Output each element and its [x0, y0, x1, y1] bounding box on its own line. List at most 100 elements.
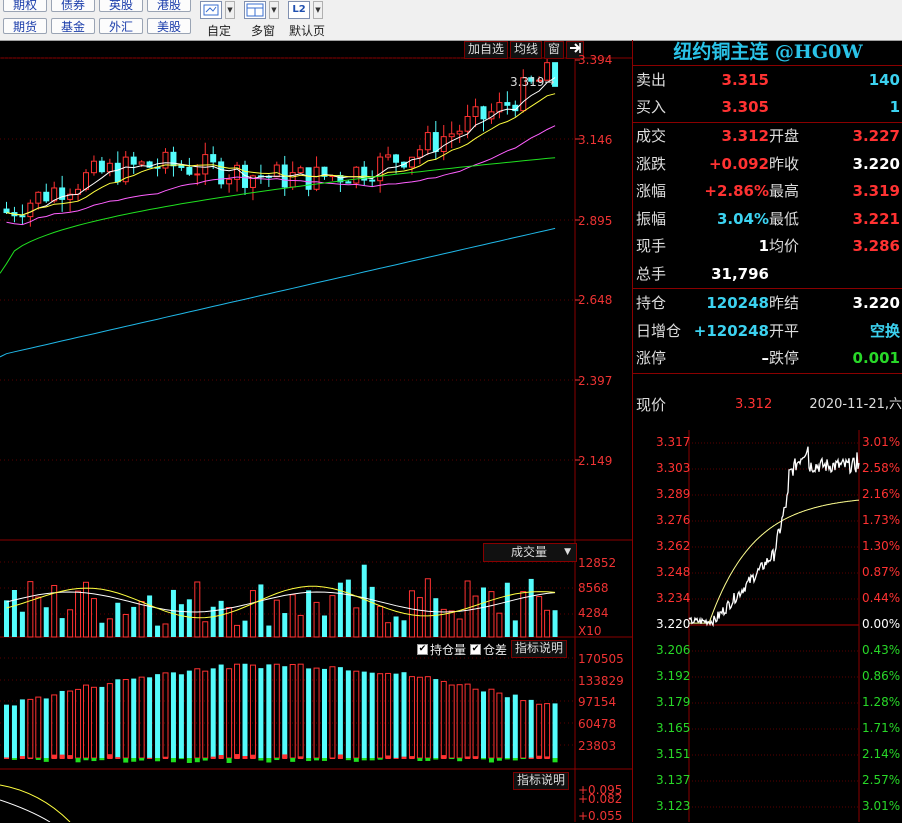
oi-change-bar	[441, 755, 447, 759]
oi-change-bar	[266, 758, 272, 763]
open-interest-bar	[504, 697, 510, 758]
market-button-us-stocks[interactable]: 美股	[147, 18, 191, 34]
oi-change-bar	[322, 758, 327, 761]
candle-body	[130, 156, 137, 165]
price-axis-label: 2.895	[578, 214, 613, 228]
volume-unit-label: X10	[578, 624, 602, 638]
oi-change-bar	[282, 754, 288, 759]
oi-change-bar	[552, 758, 558, 763]
bid-row[interactable]: 买入 3.305 1	[633, 94, 902, 120]
volume-bar	[59, 618, 65, 637]
intraday-pct-label: 1.71%	[862, 721, 901, 735]
volume-bar	[393, 616, 399, 637]
price-axis-label: 2.149	[578, 454, 613, 468]
candle-body	[43, 191, 50, 202]
volume-bar	[162, 623, 169, 638]
open-interest-bar	[234, 663, 241, 759]
chevron-down-icon[interactable]: ▼	[225, 1, 235, 19]
market-button-funds[interactable]: 基金	[51, 18, 95, 34]
chevron-down-icon[interactable]: ▼	[313, 1, 323, 19]
candle-body	[90, 160, 97, 174]
oi-change-checkbox[interactable]: ✔ 仓差	[470, 641, 507, 658]
divider	[633, 288, 902, 289]
intraday-pct-label: 0.44%	[862, 591, 901, 605]
macd-help-button[interactable]: 指标说明	[513, 772, 570, 790]
total-volume-row: 总手 31,796	[633, 261, 902, 287]
quote-stat-value: +2.86%	[704, 182, 769, 201]
oi-change-bar	[520, 758, 526, 760]
open-interest-controls: ✔ 持仓量 ✔ 仓差 指标说明	[417, 640, 568, 658]
volume-indicator-dropdown[interactable]: 成交量 ▼	[483, 543, 577, 562]
market-button-bonds[interactable]: 债券	[51, 0, 95, 12]
volume-bar	[19, 611, 25, 637]
indicator-help-button[interactable]: 指标说明	[511, 640, 568, 658]
open-interest-bar	[481, 691, 486, 758]
intraday-price-line	[688, 446, 860, 628]
volume-bar	[266, 625, 272, 637]
volume-bar	[472, 595, 479, 638]
volume-bar	[329, 595, 336, 638]
volume-bar	[369, 586, 375, 637]
candle-body	[424, 132, 431, 151]
oi-change-bar	[178, 758, 184, 760]
multi-window-tool[interactable]: ▼ 多窗	[243, 0, 283, 40]
quote-stat-label: 昨收	[769, 154, 800, 173]
market-button-forex[interactable]: 外汇	[99, 18, 143, 34]
chevron-down-icon[interactable]: ▼	[269, 1, 279, 19]
position-stat-label: 昨结	[769, 294, 800, 312]
position-stat-value: –	[761, 349, 770, 368]
volume-bar	[115, 602, 121, 637]
volume-bar	[416, 597, 423, 638]
quote-stat-label: 涨跌	[636, 154, 667, 173]
ask-price: 3.315	[721, 71, 769, 89]
candle-body	[416, 149, 423, 158]
candle-body	[377, 156, 384, 182]
kline-chart-area[interactable]: 加自选 均线 窗 3.394 3.146 2.895 2.648 2.397 2…	[0, 40, 632, 823]
volume-bar	[90, 598, 97, 638]
checkmark-icon: ✔	[417, 643, 428, 655]
oi-change-bar	[369, 758, 375, 761]
last-price-marker: 3.319→	[510, 75, 555, 89]
open-interest-bar	[4, 704, 9, 758]
ma120-line	[0, 227, 556, 358]
open-interest-checkbox[interactable]: ✔ 持仓量	[417, 641, 466, 658]
open-interest-bar	[401, 672, 407, 758]
macd-line	[0, 799, 51, 822]
market-button-hk-stocks[interactable]: 港股	[147, 0, 191, 12]
open-interest-bar	[99, 686, 105, 758]
volume-bar	[4, 600, 9, 637]
candle-body	[106, 162, 113, 173]
intraday-price-label: 3.276	[656, 513, 691, 527]
kline-chart[interactable]	[0, 40, 632, 822]
add-to-watchlist-button[interactable]: 加自选	[464, 41, 509, 59]
position-stat-row: 日增仓 +120248 开平 空换	[633, 318, 902, 344]
open-interest-bar	[424, 676, 431, 759]
oi-change-bar	[401, 756, 407, 759]
moving-average-button[interactable]: 均线	[510, 41, 543, 59]
intraday-pct-label: 0.87%	[862, 565, 901, 579]
candle-body	[226, 178, 233, 185]
custom-layout-tool[interactable]: ▼ 自定	[199, 0, 239, 40]
ask-row[interactable]: 卖出 3.315 140	[633, 67, 902, 93]
intraday-price-label: 3.206	[656, 643, 691, 657]
current-price-row: 现价 3.312 2020-11-21,六	[633, 392, 902, 418]
window-button[interactable]: 窗	[544, 41, 565, 59]
quote-stat-value: +0.092	[708, 154, 769, 173]
oi-change-bar	[107, 754, 113, 759]
multi-window-icon	[244, 1, 266, 19]
oi-change-bar	[194, 758, 200, 763]
volume-bar	[512, 620, 518, 637]
volume-bar	[218, 600, 224, 637]
intraday-price-label: 3.262	[656, 539, 691, 553]
oi-change-bar	[99, 758, 105, 761]
default-page-tool[interactable]: L2 ▼ 默认页	[287, 0, 327, 40]
candle-body	[472, 106, 479, 118]
oi-change-bar	[234, 754, 240, 759]
market-button-uk-stocks[interactable]: 英股	[99, 0, 143, 12]
intraday-price-label: 3.165	[656, 721, 691, 735]
market-button-options[interactable]: 期权	[3, 0, 47, 12]
volume-bar	[496, 612, 503, 638]
volume-bar	[138, 601, 145, 638]
market-button-futures[interactable]: 期货	[3, 18, 47, 34]
oi-change-bar	[91, 758, 97, 762]
